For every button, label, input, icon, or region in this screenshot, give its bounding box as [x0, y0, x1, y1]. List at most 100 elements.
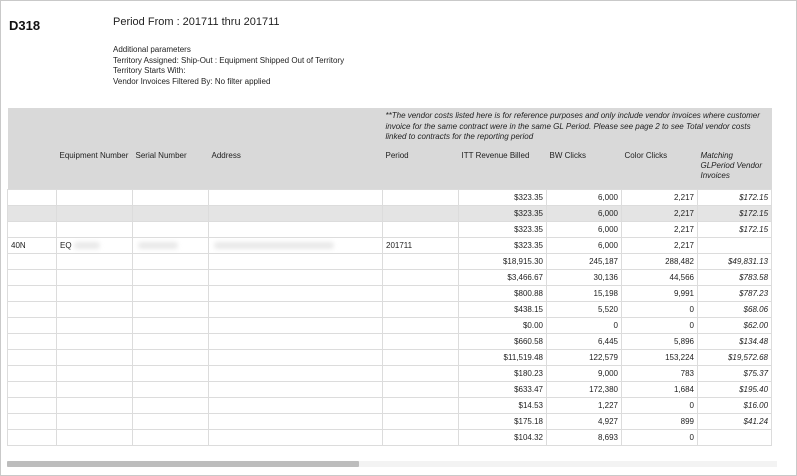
bw-clicks-cell: 9,000: [546, 365, 622, 382]
itt-revenue-cell: $323.35: [458, 205, 547, 222]
itt-revenue-cell: $11,519.48: [458, 349, 547, 366]
period-cell: 201711: [382, 237, 459, 254]
code-cell: [7, 365, 57, 382]
color-clicks-cell: 2,217: [621, 221, 698, 238]
report-id: D318: [9, 18, 41, 33]
vendor-invoices-cell: $41.24: [696, 413, 773, 430]
equipment-number-cell: [56, 381, 133, 398]
itt-revenue-cell: $323.35: [458, 237, 547, 254]
vendor-invoices-cell: [696, 429, 773, 446]
period-cell: [382, 301, 459, 318]
equipment-number-cell: [56, 365, 133, 382]
table-row: $0.00 0 0 $62.00: [7, 317, 773, 334]
code-cell: [7, 285, 57, 302]
serial-number-cell: [132, 317, 209, 334]
itt-revenue-cell: $323.35: [458, 189, 547, 206]
bw-clicks-cell: 4,927: [546, 413, 622, 430]
vendor-invoices-cell: $172.15: [696, 221, 773, 238]
code-cell: [7, 381, 57, 398]
table-row: $323.35 6,000 2,217 $172.15: [7, 205, 773, 222]
bw-clicks-cell: 5,520: [546, 301, 622, 318]
bw-clicks-cell: 6,445: [546, 333, 622, 350]
equipment-number-cell: [56, 269, 133, 286]
bw-clicks-cell: 122,579: [546, 349, 622, 366]
address-cell: [208, 205, 383, 222]
serial-number-cell: [132, 189, 209, 206]
bw-clicks-cell: 1,227: [546, 397, 622, 414]
itt-revenue-cell: $104.32: [458, 429, 547, 446]
vendor-invoices-cell: $16.00: [696, 397, 773, 414]
bw-clicks-cell: 6,000: [546, 237, 622, 254]
table-row: $11,519.48 122,579 153,224 $19,572.68: [7, 349, 773, 366]
serial-number-cell: [132, 301, 209, 318]
itt-revenue-cell: $14.53: [458, 397, 547, 414]
code-cell: [7, 397, 57, 414]
address-cell: [208, 381, 383, 398]
color-clicks-cell: 5,896: [621, 333, 698, 350]
period-cell: [382, 285, 459, 302]
serial-number-cell: [132, 285, 209, 302]
vendor-cost-note: **The vendor costs listed here is for re…: [382, 108, 772, 147]
horizontal-scrollbar[interactable]: [7, 461, 777, 467]
equipment-number-cell: [56, 205, 133, 222]
color-clicks-cell: 899: [621, 413, 698, 430]
address-cell: [208, 333, 383, 350]
vendor-invoices-cell: $783.58: [696, 269, 773, 286]
equipment-number-cell: [56, 253, 133, 270]
period-cell: [382, 317, 459, 334]
table-row: $323.35 6,000 2,217 $172.15: [7, 189, 773, 206]
additional-parameters: Additional parameters Territory Assigned…: [113, 45, 344, 87]
serial-number-cell: [132, 429, 209, 446]
period-cell: [382, 349, 459, 366]
col-header-period: Period: [382, 147, 459, 190]
equipment-number-cell: EQ: [56, 237, 133, 254]
serial-number-cell: [132, 237, 209, 254]
period-cell: [382, 413, 459, 430]
vendor-invoices-cell: $68.06: [696, 301, 773, 318]
itt-revenue-cell: $438.15: [458, 301, 547, 318]
vendor-invoices-cell: $172.15: [696, 205, 773, 222]
bw-clicks-cell: 172,380: [546, 381, 622, 398]
equipment-number-cell: [56, 349, 133, 366]
itt-revenue-cell: $175.18: [458, 413, 547, 430]
bw-clicks-cell: 0: [546, 317, 622, 334]
vendor-invoices-cell: $172.15: [696, 189, 773, 206]
code-cell: [7, 221, 57, 238]
color-clicks-cell: 153,224: [621, 349, 698, 366]
col-header-blank: [7, 147, 57, 190]
period-cell: [382, 365, 459, 382]
itt-revenue-cell: $800.88: [458, 285, 547, 302]
table-body: $323.35 6,000 2,217 $172.15 $323.35 6,000 2,21…: [7, 189, 773, 446]
table-row: $175.18 4,927 899 $41.24: [7, 413, 773, 430]
table-row: $180.23 9,000 783 $75.37: [7, 365, 773, 382]
scrollbar-thumb[interactable]: [7, 461, 359, 467]
address-cell: [208, 221, 383, 238]
address-cell: [208, 301, 383, 318]
code-cell: [7, 189, 57, 206]
table-row: $660.58 6,445 5,896 $134.48: [7, 333, 773, 350]
period-range: Period From : 201711 thru 201711: [113, 16, 280, 28]
vendor-invoices-cell: $75.37: [696, 365, 773, 382]
color-clicks-cell: 0: [621, 301, 698, 318]
code-cell: [7, 349, 57, 366]
bw-clicks-cell: 8,693: [546, 429, 622, 446]
code-cell: [7, 205, 57, 222]
param-territory-assigned: Territory Assigned: Ship-Out : Equipment…: [113, 55, 345, 65]
col-header-serial-number: Serial Number: [132, 147, 209, 190]
color-clicks-cell: 288,482: [621, 253, 698, 270]
redacted-value: [73, 242, 100, 250]
bw-clicks-cell: 6,000: [546, 205, 622, 222]
param-heading: Additional parameters: [113, 45, 191, 54]
code-cell: [7, 301, 57, 318]
serial-number-cell: [132, 205, 209, 222]
bw-clicks-cell: 245,187: [546, 253, 622, 270]
header-row: Equipment Number Serial Number Address P…: [7, 147, 772, 190]
vendor-invoices-cell: [696, 237, 773, 254]
address-cell: [208, 269, 383, 286]
table-row: $18,915.30 245,187 288,482 $49,831.13: [7, 253, 773, 270]
serial-number-cell: [132, 269, 209, 286]
equipment-number-cell: [56, 285, 133, 302]
period-cell: [382, 429, 459, 446]
period-cell: [382, 269, 459, 286]
bw-clicks-cell: 15,198: [546, 285, 622, 302]
